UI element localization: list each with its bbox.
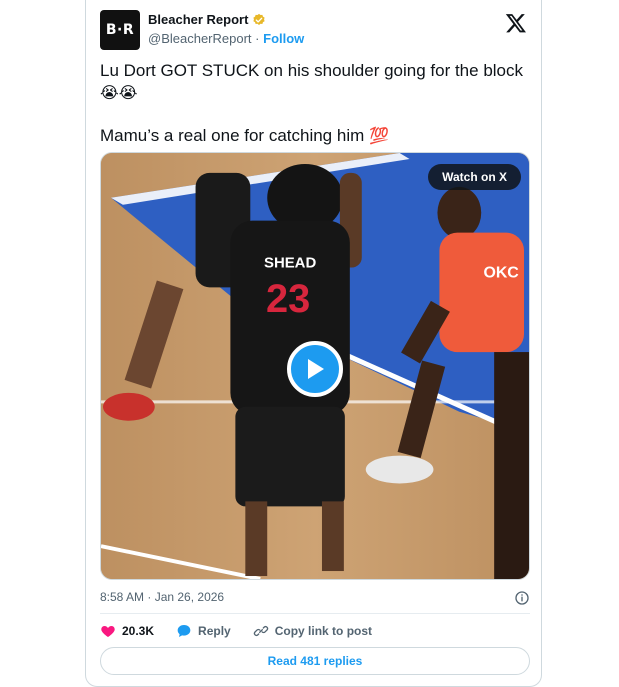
- tweet-text-2: Mamu’s a real one for catching him: [100, 126, 365, 145]
- hundred-emoji-icon: 💯: [369, 128, 389, 145]
- heart-icon: [101, 626, 115, 637]
- reply-button[interactable]: Reply: [176, 623, 231, 639]
- verified-badge-icon: [253, 13, 266, 25]
- tweet-text-line-1: Lu Dort GOT STUCK on his shoulder going …: [100, 60, 530, 105]
- read-replies-button[interactable]: Read 481 replies: [100, 647, 530, 675]
- author-name[interactable]: Bleacher Report: [148, 12, 248, 27]
- opponent-jersey-text: OKC: [483, 264, 519, 281]
- author-name-row: Bleacher Report: [148, 12, 304, 27]
- like-button[interactable]: 20.3K: [100, 623, 154, 639]
- author-block: Bleacher Report @BleacherReport · Follow: [148, 12, 304, 46]
- avatar[interactable]: B·R: [100, 10, 140, 50]
- jersey-name-text: SHEAD: [264, 254, 316, 271]
- like-count: 20.3K: [122, 624, 155, 638]
- tweet-card: B·R Bleacher Report @BleacherReport · Fo…: [85, 0, 542, 687]
- link-icon: [253, 625, 268, 637]
- handle-separator: ·: [255, 31, 260, 46]
- video-player[interactable]: SHEAD 23 OKC Watch on X: [100, 152, 530, 580]
- crying-emoji-icon: 😭😭: [100, 85, 138, 102]
- tweet-header: B·R Bleacher Report @BleacherReport · Fo…: [100, 10, 527, 50]
- author-handle[interactable]: @BleacherReport: [148, 31, 252, 46]
- divider: [100, 613, 530, 614]
- action-bar: 20.3K Reply Copy link to post: [100, 622, 394, 640]
- watch-on-x-button[interactable]: Watch on X: [428, 164, 521, 190]
- reply-bubble-icon: [177, 625, 191, 637]
- follow-button[interactable]: Follow: [263, 31, 304, 46]
- play-icon: [308, 359, 324, 379]
- jersey-number-text: 23: [266, 277, 310, 321]
- handle-row: @BleacherReport · Follow: [148, 31, 304, 46]
- tweet-text-1: Lu Dort GOT STUCK on his shoulder going …: [100, 61, 523, 80]
- reply-label: Reply: [198, 624, 231, 638]
- copy-link-button[interactable]: Copy link to post: [253, 623, 372, 639]
- timestamp[interactable]: 8:58 AM · Jan 26, 2026: [100, 590, 224, 604]
- tweet-meta: 8:58 AM · Jan 26, 2026: [100, 590, 530, 606]
- x-logo-icon[interactable]: [505, 12, 527, 34]
- info-icon[interactable]: [514, 590, 530, 606]
- tweet-text-line-2: Mamu’s a real one for catching him 💯: [100, 125, 530, 148]
- play-button[interactable]: [287, 341, 343, 397]
- copy-link-label: Copy link to post: [274, 624, 373, 638]
